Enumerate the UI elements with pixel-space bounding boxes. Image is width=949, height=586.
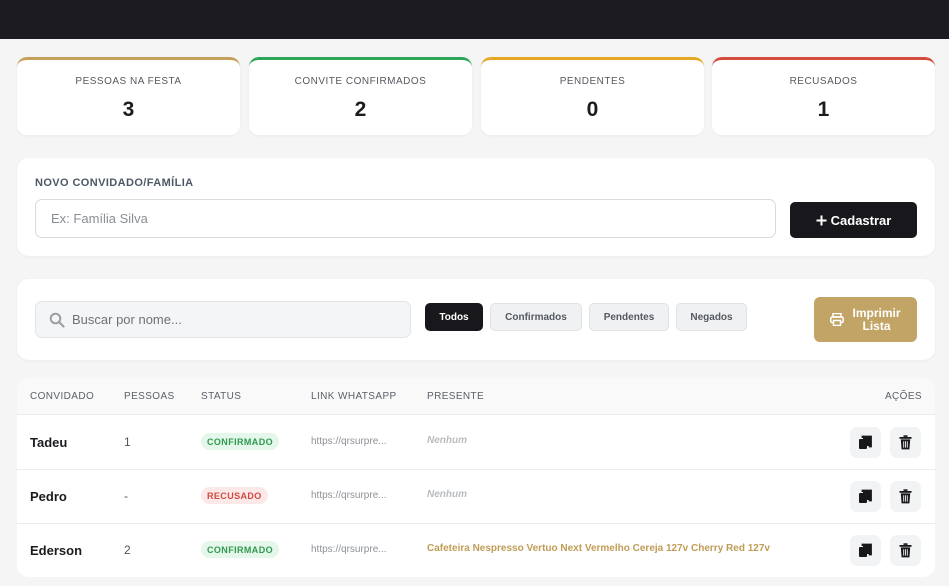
stat-card-declined: RECUSADOS 1 bbox=[712, 57, 935, 135]
filter-chip-declined[interactable]: Negados bbox=[676, 303, 747, 331]
header-link: LINK WHATSAPP bbox=[311, 391, 397, 402]
header-actions: AÇÕES bbox=[884, 391, 922, 402]
register-button[interactable]: Cadastrar bbox=[790, 202, 917, 238]
printer-icon bbox=[830, 313, 845, 326]
copy-icon bbox=[859, 435, 872, 449]
search-icon bbox=[49, 312, 65, 328]
trash-icon bbox=[899, 489, 912, 504]
guest-people: 1 bbox=[124, 435, 131, 449]
header-status: STATUS bbox=[201, 391, 242, 402]
guest-table: CONVIDADO PESSOAS STATUS LINK WHATSAPP P… bbox=[17, 378, 935, 577]
status-badge: CONFIRMADO bbox=[201, 433, 279, 450]
stat-value: 2 bbox=[354, 98, 367, 121]
stat-label: PENDENTES bbox=[559, 76, 626, 87]
header-gift: PRESENTE bbox=[427, 391, 485, 402]
header-guest: CONVIDADO bbox=[30, 391, 95, 402]
delete-button[interactable] bbox=[890, 481, 921, 512]
stat-card-pending: PENDENTES 0 bbox=[481, 57, 704, 135]
gift-text: Cafeteira Nespresso Vertuo Next Vermelho… bbox=[427, 543, 770, 554]
filter-card: Todos Confirmados Pendentes Negados Impr… bbox=[17, 279, 935, 360]
trash-icon bbox=[899, 543, 912, 558]
stat-value: 1 bbox=[817, 98, 830, 121]
guest-name: Pedro bbox=[30, 489, 67, 504]
stat-card-confirmed: CONVITE CONFIRMADOS 2 bbox=[249, 57, 472, 135]
search-box[interactable] bbox=[35, 301, 411, 338]
filter-chip-pending[interactable]: Pendentes bbox=[589, 303, 669, 331]
copy-button[interactable] bbox=[850, 427, 881, 458]
search-input[interactable] bbox=[72, 302, 402, 337]
table-row: Ederson 2 CONFIRMADO https://qrsurpre...… bbox=[17, 524, 935, 577]
new-guest-card: NOVO CONVIDADO/FAMÍLIA Cadastrar bbox=[17, 158, 935, 256]
print-label-line2: Lista bbox=[862, 318, 891, 333]
stat-value: 3 bbox=[122, 98, 135, 121]
guest-name: Tadeu bbox=[30, 435, 68, 450]
new-guest-input[interactable] bbox=[35, 199, 776, 238]
status-badge: RECUSADO bbox=[201, 487, 268, 504]
print-list-button[interactable]: Imprimir Lista bbox=[814, 297, 917, 342]
register-button-label: Cadastrar bbox=[830, 212, 892, 228]
guest-name: Ederson bbox=[30, 543, 83, 558]
header-people: PESSOAS bbox=[124, 391, 175, 402]
status-badge: CONFIRMADO bbox=[201, 541, 279, 558]
copy-button[interactable] bbox=[850, 481, 881, 512]
delete-button[interactable] bbox=[890, 535, 921, 566]
top-bar bbox=[0, 0, 949, 39]
gift-text: Nenhum bbox=[427, 435, 467, 446]
delete-button[interactable] bbox=[890, 427, 921, 458]
copy-button[interactable] bbox=[850, 535, 881, 566]
print-label-line1: Imprimir bbox=[852, 305, 901, 320]
filter-chip-all[interactable]: Todos bbox=[425, 303, 483, 331]
stat-card-people: PESSOAS NA FESTA 3 bbox=[17, 57, 240, 135]
table-row: Tadeu 1 CONFIRMADO https://qrsurpre... N… bbox=[17, 416, 935, 470]
whatsapp-link[interactable]: https://qrsurpre... bbox=[311, 436, 387, 447]
table-header: CONVIDADO PESSOAS STATUS LINK WHATSAPP P… bbox=[17, 378, 935, 415]
new-guest-label: NOVO CONVIDADO/FAMÍLIA bbox=[35, 177, 194, 189]
guest-people: 2 bbox=[124, 543, 131, 557]
stat-value: 0 bbox=[586, 98, 599, 121]
stat-label: PESSOAS NA FESTA bbox=[75, 76, 182, 87]
gift-text: Nenhum bbox=[427, 489, 467, 500]
whatsapp-link[interactable]: https://qrsurpre... bbox=[311, 544, 387, 555]
guest-people: - bbox=[124, 489, 128, 503]
stat-label: CONVITE CONFIRMADOS bbox=[294, 76, 427, 87]
copy-icon bbox=[859, 543, 872, 557]
trash-icon bbox=[899, 435, 912, 450]
copy-icon bbox=[859, 489, 872, 503]
table-row: Pedro - RECUSADO https://qrsurpre... Nen… bbox=[17, 470, 935, 524]
stat-label: RECUSADOS bbox=[789, 76, 858, 87]
plus-icon bbox=[816, 215, 827, 225]
filter-chip-confirmed[interactable]: Confirmados bbox=[490, 303, 582, 331]
whatsapp-link[interactable]: https://qrsurpre... bbox=[311, 490, 387, 501]
